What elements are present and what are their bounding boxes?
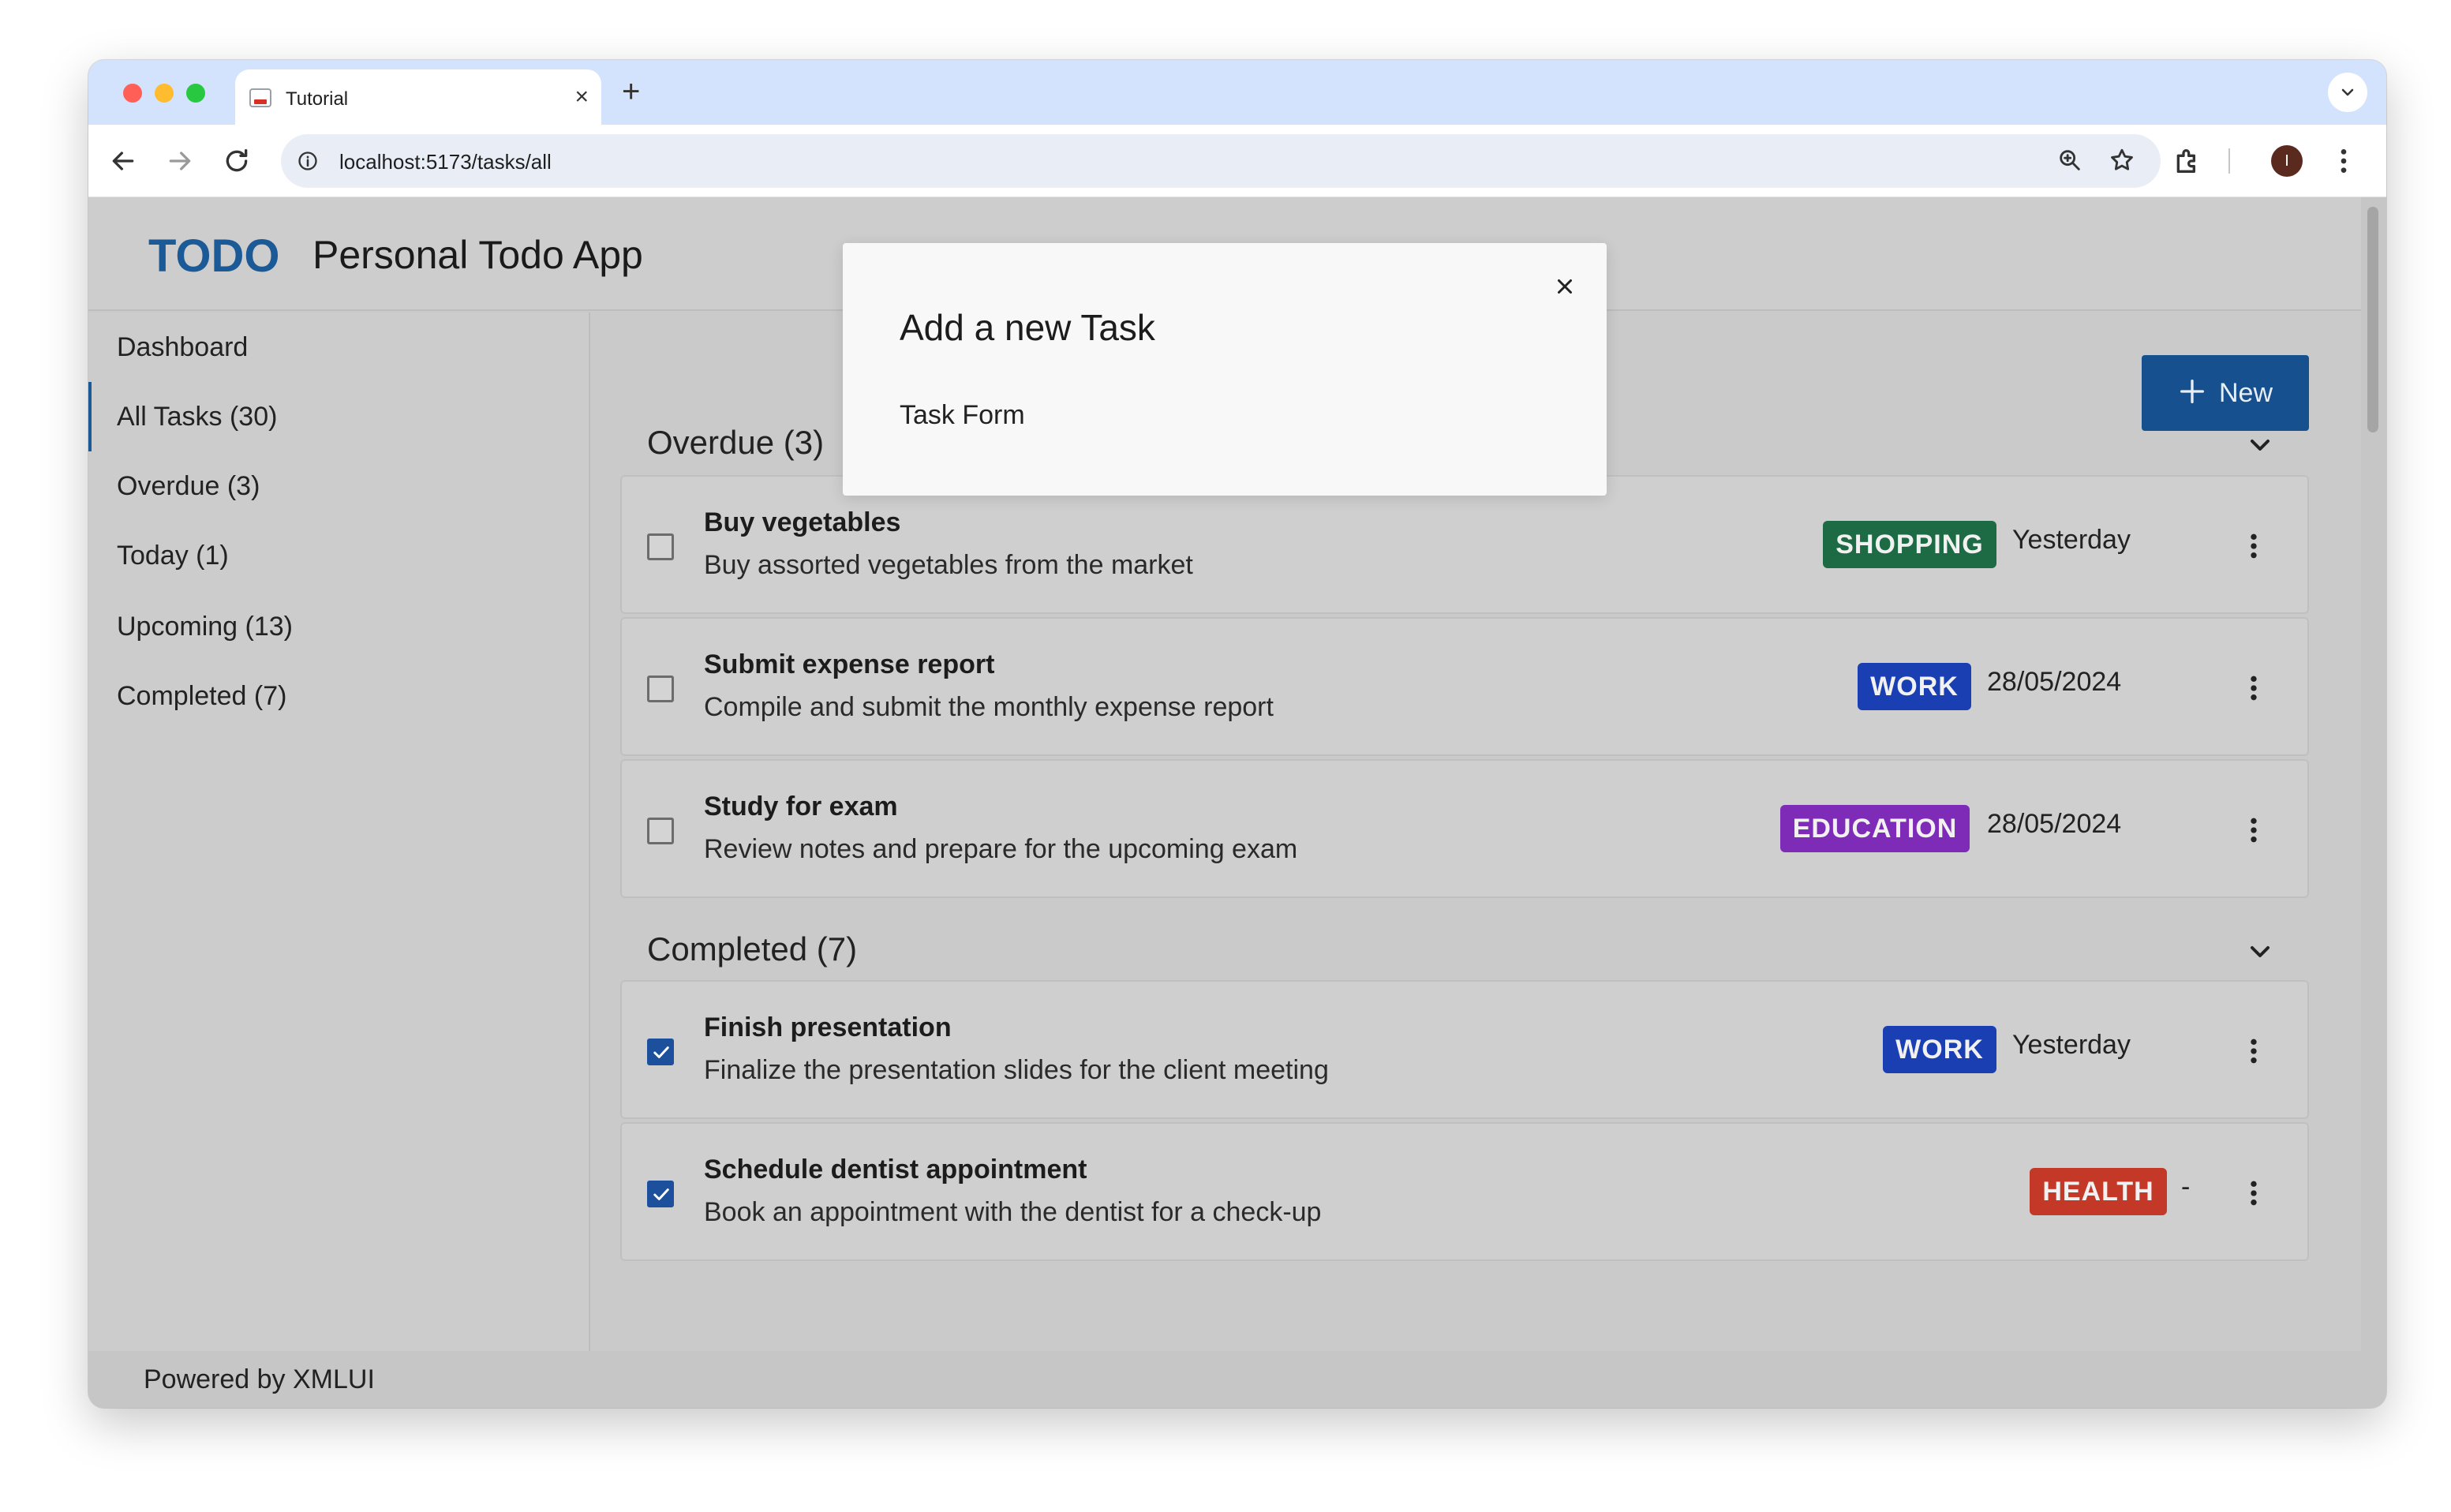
app-title: Personal Todo App [312, 233, 643, 277]
chevron-down-icon[interactable] [2244, 429, 2276, 461]
sidebar-item-upcoming[interactable]: Upcoming (13) [117, 611, 293, 642]
browser-tab[interactable]: Tutorial × [235, 69, 601, 125]
more-vert-icon[interactable] [2238, 529, 2270, 563]
section-title-completed[interactable]: Completed (7) [647, 930, 857, 969]
toolbar-divider [2228, 148, 2230, 174]
dialog-title: Add a new Task [900, 307, 1155, 348]
category-badge: WORK [1883, 1026, 1996, 1073]
new-tab-button[interactable]: + [622, 74, 640, 109]
reload-icon[interactable] [221, 145, 253, 177]
more-vert-icon[interactable] [2238, 1176, 2270, 1211]
new-button-label: New [2219, 378, 2273, 408]
due-date: - [2181, 1172, 2191, 1202]
favicon-icon [249, 88, 271, 107]
section-title-overdue[interactable]: Overdue (3) [647, 423, 824, 462]
tab-search-button[interactable] [2328, 73, 2367, 112]
category-badge: EDUCATION [1780, 805, 1970, 852]
task-row[interactable]: Submit expense report Compile and submit… [620, 617, 2309, 756]
scrollbar-thumb[interactable] [2367, 207, 2378, 432]
checkmark-icon [653, 1046, 669, 1058]
more-vert-icon[interactable] [2328, 145, 2359, 177]
more-vert-icon[interactable] [2238, 1034, 2270, 1069]
sidebar-item-dashboard[interactable]: Dashboard [117, 331, 248, 363]
category-badge: SHOPPING [1823, 521, 1996, 568]
task-description: Compile and submit the monthly expense r… [704, 692, 1274, 722]
task-checkbox[interactable] [647, 818, 674, 844]
browser-window: Tutorial × + localhost:5173/tasks/all I … [88, 60, 2386, 1408]
task-checkbox[interactable] [647, 676, 674, 702]
task-checkbox[interactable] [647, 1181, 674, 1207]
sidebar-item-today[interactable]: Today (1) [117, 540, 229, 571]
task-row[interactable]: Study for exam Review notes and prepare … [620, 759, 2309, 898]
todo-logo-icon: TODO [148, 230, 280, 282]
forward-arrow-icon[interactable] [164, 145, 196, 177]
info-icon[interactable] [297, 150, 319, 172]
tab-strip: Tutorial × + [88, 60, 2386, 125]
zoom-icon[interactable] [2056, 147, 2083, 174]
task-row[interactable]: Schedule dentist appointment Book an app… [620, 1122, 2309, 1261]
more-vert-icon[interactable] [2238, 671, 2270, 705]
task-form: Task Form [900, 400, 1025, 430]
url-text[interactable]: localhost:5173/tasks/all [339, 150, 552, 174]
tab-title: Tutorial [286, 88, 349, 110]
chevron-down-icon [2341, 88, 2354, 96]
new-task-button[interactable]: New [2142, 355, 2309, 431]
sidebar-item-completed[interactable]: Completed (7) [117, 680, 286, 712]
task-description: Book an appointment with the dentist for… [704, 1197, 1322, 1227]
browser-toolbar: localhost:5173/tasks/all I [88, 125, 2386, 197]
extensions-icon[interactable] [2172, 145, 2203, 177]
maximize-window-button[interactable] [186, 84, 205, 103]
active-nav-indicator [88, 382, 92, 451]
category-badge: WORK [1858, 663, 1971, 710]
due-date: Yesterday [2012, 525, 2131, 555]
todo-logo[interactable]: TODO [148, 230, 290, 282]
profile-avatar[interactable]: I [2271, 145, 2303, 177]
logo-text: TODO [148, 232, 280, 279]
sidebar-item-all-tasks[interactable]: All Tasks (30) [117, 401, 277, 432]
task-row[interactable]: Finish presentation Finalize the present… [620, 980, 2309, 1119]
task-description: Review notes and prepare for the upcomin… [704, 834, 1298, 864]
address-bar[interactable]: localhost:5173/tasks/all [281, 134, 2161, 188]
bookmark-star-icon[interactable] [2109, 147, 2135, 174]
app-footer: Powered by XMLUI [88, 1351, 2361, 1408]
chevron-down-icon[interactable] [2244, 936, 2276, 967]
sidebar-nav: Dashboard All Tasks (30) Overdue (3) Tod… [88, 313, 590, 1351]
more-vert-icon[interactable] [2238, 813, 2270, 848]
footer-text: Powered by XMLUI [144, 1364, 375, 1394]
close-icon[interactable] [1553, 275, 1577, 298]
task-title: Submit expense report [704, 649, 995, 679]
sidebar-item-overdue[interactable]: Overdue (3) [117, 470, 260, 502]
task-title: Study for exam [704, 792, 898, 821]
due-date: 28/05/2024 [1987, 809, 2122, 839]
task-description: Finalize the presentation slides for the… [704, 1055, 1329, 1085]
minimize-window-button[interactable] [155, 84, 174, 103]
checkmark-icon [653, 1188, 669, 1200]
category-badge: HEALTH [2030, 1168, 2167, 1215]
task-title: Finish presentation [704, 1012, 952, 1042]
add-task-dialog: Add a new Task Task Form [843, 243, 1607, 496]
task-checkbox[interactable] [647, 1039, 674, 1065]
back-arrow-icon[interactable] [107, 145, 139, 177]
tab-close-button[interactable]: × [574, 84, 589, 110]
due-date: Yesterday [2012, 1030, 2131, 1060]
plus-icon [2180, 380, 2204, 403]
task-row[interactable]: Buy vegetables Buy assorted vegetables f… [620, 475, 2309, 614]
due-date: 28/05/2024 [1987, 667, 2122, 697]
task-checkbox[interactable] [647, 533, 674, 560]
close-window-button[interactable] [123, 84, 142, 103]
task-title: Buy vegetables [704, 507, 901, 537]
task-title: Schedule dentist appointment [704, 1155, 1087, 1185]
task-description: Buy assorted vegetables from the market [704, 550, 1193, 580]
